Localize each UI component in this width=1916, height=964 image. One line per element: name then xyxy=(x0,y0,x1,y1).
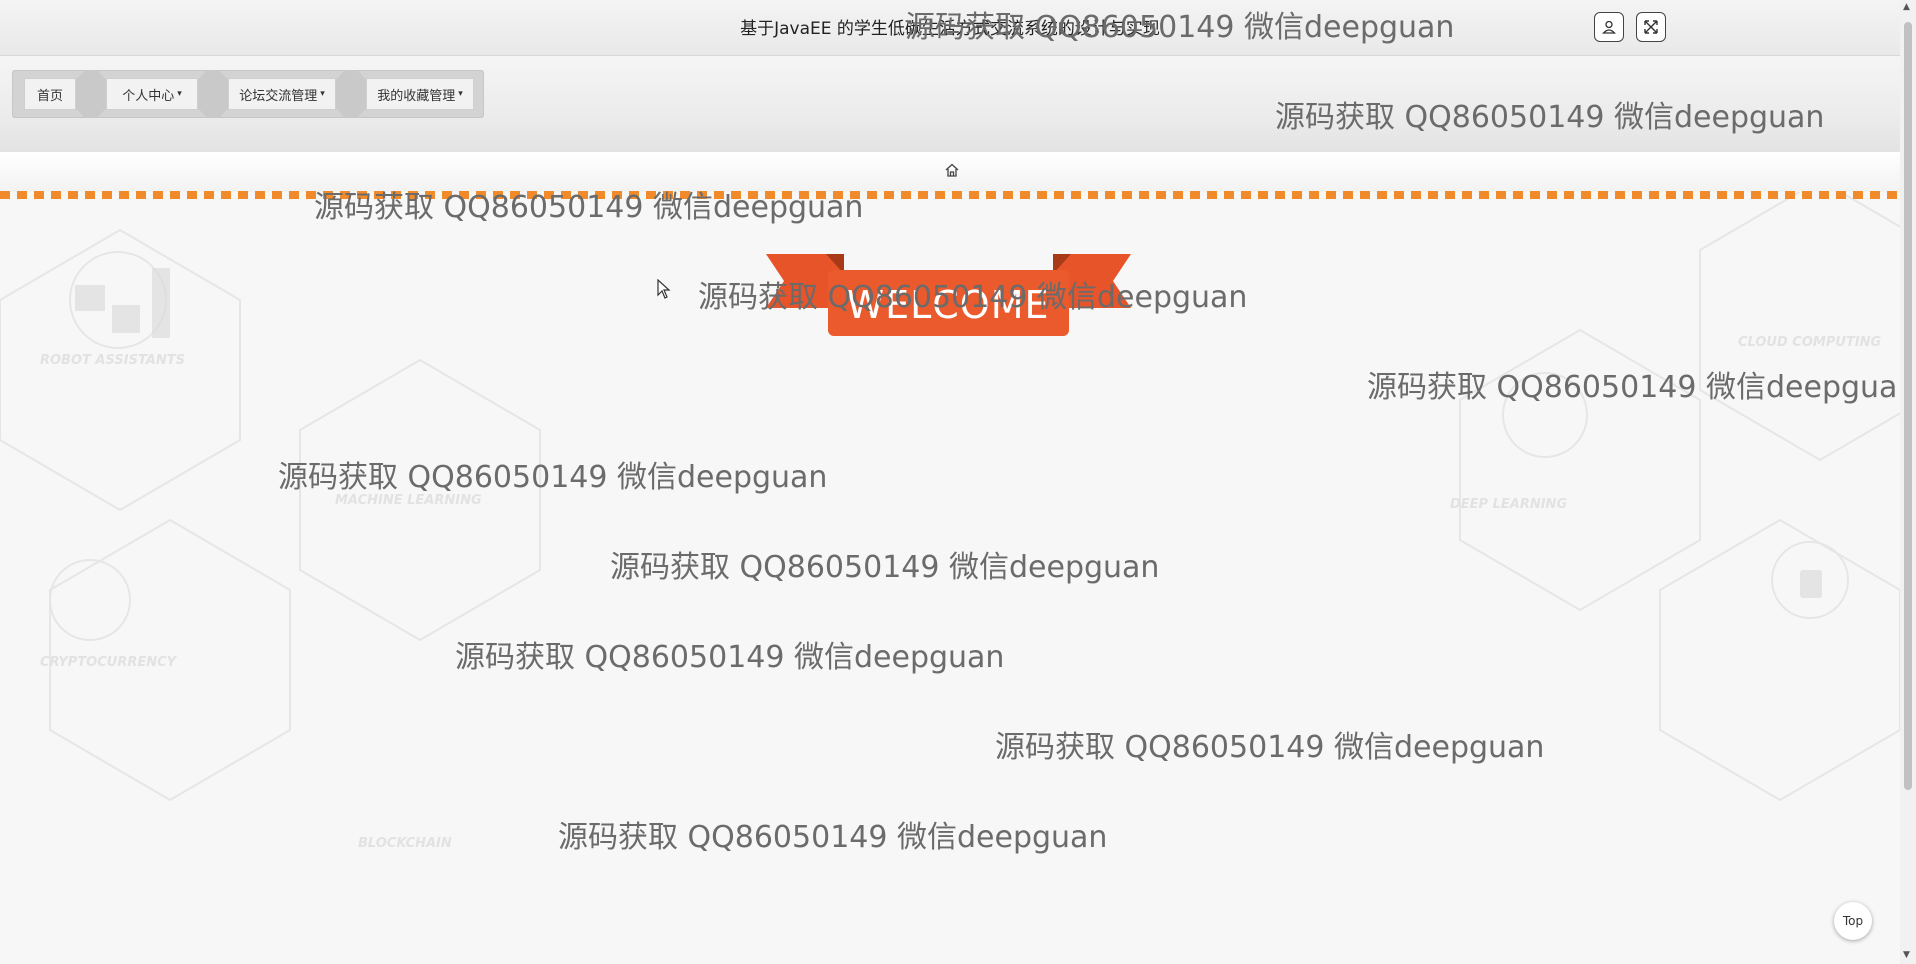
home-icon[interactable] xyxy=(944,162,960,178)
fullscreen-icon xyxy=(1644,20,1658,34)
nav-separator xyxy=(198,70,228,118)
nav-separator xyxy=(76,70,106,118)
decorative-dashed-divider xyxy=(0,191,1900,199)
watermark-text: 源码获取 QQ86050149 微信deepguan xyxy=(314,190,864,225)
scroll-down-icon[interactable]: ▼ xyxy=(1903,950,1910,960)
nav-separator xyxy=(336,70,366,118)
nav-item-label: 首页 xyxy=(36,88,63,104)
page-scrollbar[interactable]: ▲ ▼ xyxy=(1900,0,1916,964)
main-nav: 首页 个人中心 ▾ 论坛交流管理 ▾ 我的收藏管理 ▾ xyxy=(12,70,484,118)
watermark-text: 源码获取 QQ86050149 微信deepguan xyxy=(995,730,1545,765)
nav-item-home[interactable]: 首页 xyxy=(24,78,76,110)
watermark-text: 源码获取 QQ86050149 微信deepguan xyxy=(1275,100,1825,135)
nav-item-label: 个人中心 xyxy=(122,88,175,104)
bg-label-cloud: CLOUD COMPUTING xyxy=(1738,335,1881,350)
chevron-down-icon: ▾ xyxy=(458,89,463,99)
nav-item-forum-management[interactable]: 论坛交流管理 ▾ xyxy=(228,78,336,110)
watermark-text: 源码获取 QQ86050149 微信deepguan xyxy=(905,10,1455,45)
nav-item-personal-center[interactable]: 个人中心 ▾ xyxy=(106,78,198,110)
mouse-cursor-icon xyxy=(657,279,671,299)
watermark-text: 源码获取 QQ86050149 微信deepguan xyxy=(455,640,1005,675)
user-button[interactable] xyxy=(1594,12,1624,42)
nav-item-label: 我的收藏管理 xyxy=(377,88,456,104)
watermark-text: 源码获取 QQ86050149 微信deepguan xyxy=(1367,370,1916,405)
chevron-down-icon: ▾ xyxy=(177,89,182,99)
bg-label-crypto: CRYPTOCURRENCY xyxy=(40,655,178,670)
bg-label-blockchain: BLOCKCHAIN xyxy=(358,836,452,851)
watermark-text: 源码获取 QQ86050149 微信deepguan xyxy=(610,550,1160,585)
watermark-text: 源码获取 QQ86050149 微信deepguan xyxy=(558,820,1108,855)
nav-item-label: 论坛交流管理 xyxy=(239,88,318,104)
chevron-down-icon: ▾ xyxy=(320,89,325,99)
bg-label-deep: DEEP LEARNING xyxy=(1450,497,1567,512)
nav-item-favorites-management[interactable]: 我的收藏管理 ▾ xyxy=(366,78,474,110)
watermark-text: 源码获取 QQ86050149 微信deepguan xyxy=(698,280,1248,315)
breadcrumb xyxy=(0,152,1900,192)
user-icon xyxy=(1602,20,1616,34)
scroll-up-icon[interactable]: ▲ xyxy=(1903,2,1910,12)
scrollbar-thumb[interactable] xyxy=(1904,22,1912,790)
watermark-text: 源码获取 QQ86050149 微信deepguan xyxy=(278,460,828,495)
bg-label-robot: ROBOT ASSISTANTS xyxy=(40,353,185,368)
fullscreen-button[interactable] xyxy=(1636,12,1666,42)
back-to-top-button[interactable]: Top xyxy=(1834,902,1872,940)
